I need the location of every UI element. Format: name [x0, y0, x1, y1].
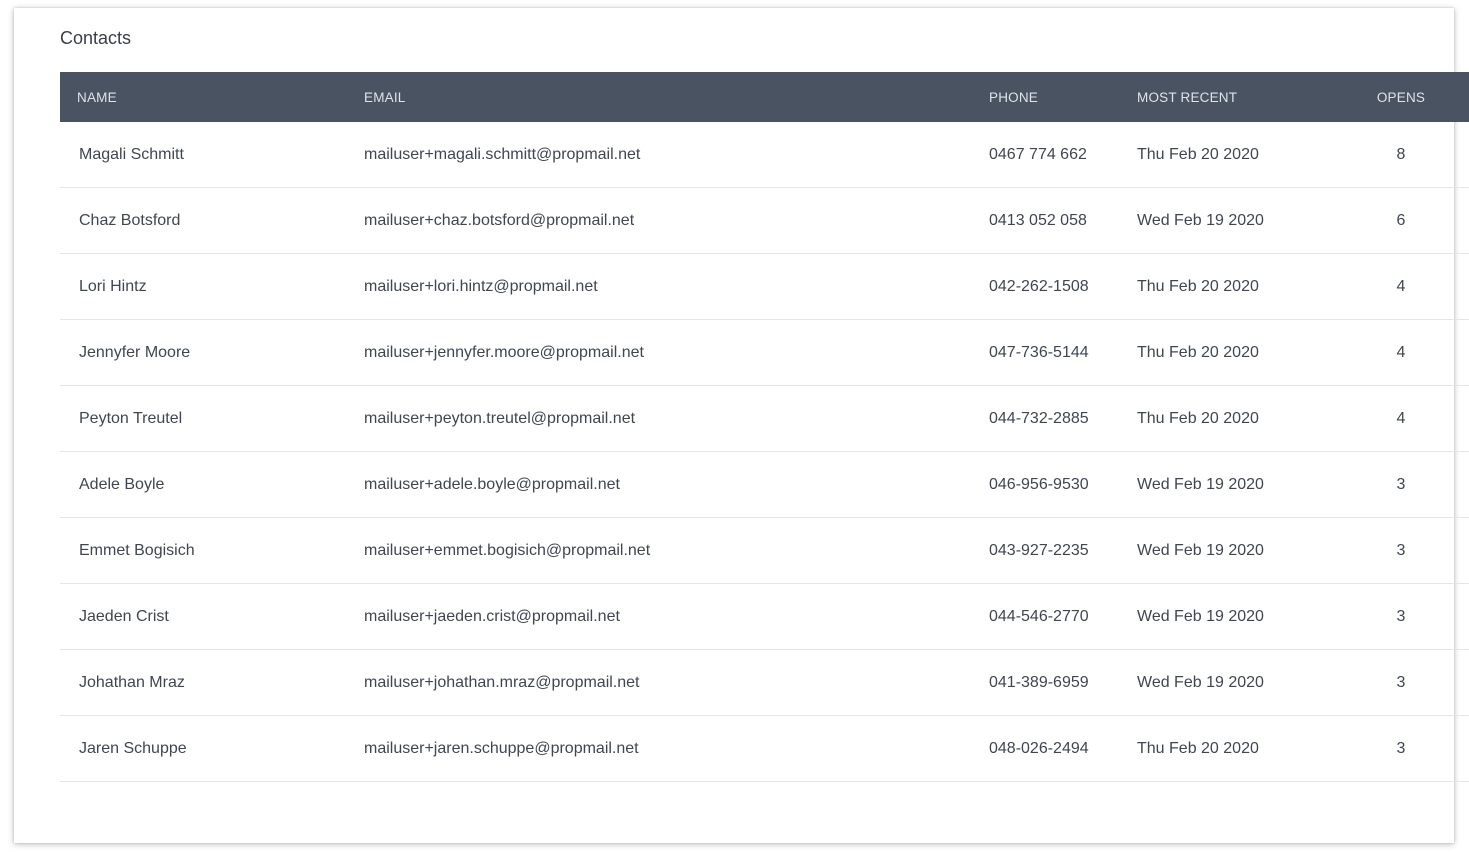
table-header: NAME EMAIL PHONE MOST RECENT OPENS	[60, 72, 1469, 122]
cell-opens: 4	[1329, 319, 1469, 386]
cell-most-recent: Wed Feb 19 2020	[1124, 583, 1329, 650]
column-header-opens[interactable]: OPENS	[1329, 72, 1469, 122]
column-header-most-recent[interactable]: MOST RECENT	[1124, 72, 1329, 122]
cell-most-recent: Wed Feb 19 2020	[1124, 451, 1329, 518]
cell-opens: 4	[1329, 385, 1469, 452]
cell-phone: 0413 052 058	[972, 187, 1124, 254]
cell-opens: 6	[1329, 187, 1469, 254]
table-row[interactable]: Jaeden Crist mailuser+jaeden.crist@propm…	[60, 583, 1469, 650]
cell-phone: 044-546-2770	[972, 583, 1124, 650]
cell-opens: 3	[1329, 649, 1469, 716]
cell-opens: 3	[1329, 517, 1469, 584]
cell-opens: 3	[1329, 451, 1469, 518]
cell-phone: 048-026-2494	[972, 715, 1124, 782]
cell-phone: 046-956-9530	[972, 451, 1124, 518]
cell-most-recent: Thu Feb 20 2020	[1124, 319, 1329, 386]
contacts-card: Contacts NAME EMAIL PHONE MOST RECENT OP…	[14, 8, 1469, 843]
cell-email: mailuser+adele.boyle@propmail.net	[347, 451, 972, 518]
cell-opens: 4	[1329, 253, 1469, 320]
table-row[interactable]: Lori Hintz mailuser+lori.hintz@propmail.…	[60, 253, 1469, 320]
cell-most-recent: Wed Feb 19 2020	[1124, 649, 1329, 716]
cell-most-recent: Thu Feb 20 2020	[1124, 253, 1329, 320]
table-row[interactable]: Jennyfer Moore mailuser+jennyfer.moore@p…	[60, 319, 1469, 386]
contacts-table: NAME EMAIL PHONE MOST RECENT OPENS Magal…	[60, 72, 1469, 782]
cell-email: mailuser+johathan.mraz@propmail.net	[347, 649, 972, 716]
cell-phone: 044-732-2885	[972, 385, 1124, 452]
column-header-email[interactable]: EMAIL	[347, 72, 972, 122]
cell-name: Emmet Bogisich	[60, 517, 347, 584]
cell-name: Magali Schmitt	[60, 122, 347, 188]
cell-phone: 043-927-2235	[972, 517, 1124, 584]
cell-name: Lori Hintz	[60, 253, 347, 320]
cell-email: mailuser+chaz.botsford@propmail.net	[347, 187, 972, 254]
column-header-name[interactable]: NAME	[60, 72, 347, 122]
cell-email: mailuser+peyton.treutel@propmail.net	[347, 385, 972, 452]
cell-name: Peyton Treutel	[60, 385, 347, 452]
cell-email: mailuser+jaeden.crist@propmail.net	[347, 583, 972, 650]
cell-most-recent: Thu Feb 20 2020	[1124, 122, 1329, 188]
card-title: Contacts	[60, 28, 132, 48]
table-body: Magali Schmitt mailuser+magali.schmitt@p…	[60, 122, 1469, 782]
cell-phone: 0467 774 662	[972, 122, 1124, 188]
column-header-phone[interactable]: PHONE	[972, 72, 1124, 122]
cell-name: Chaz Botsford	[60, 187, 347, 254]
cell-phone: 047-736-5144	[972, 319, 1124, 386]
cell-email: mailuser+jaren.schuppe@propmail.net	[347, 715, 972, 782]
table-row[interactable]: Peyton Treutel mailuser+peyton.treutel@p…	[60, 385, 1469, 452]
cell-opens: 3	[1329, 583, 1469, 650]
cell-name: Jaeden Crist	[60, 583, 347, 650]
cell-name: Johathan Mraz	[60, 649, 347, 716]
cell-most-recent: Thu Feb 20 2020	[1124, 715, 1329, 782]
cell-name: Jaren Schuppe	[60, 715, 347, 782]
table-row[interactable]: Chaz Botsford mailuser+chaz.botsford@pro…	[60, 187, 1469, 254]
cell-email: mailuser+lori.hintz@propmail.net	[347, 253, 972, 320]
cell-email: mailuser+magali.schmitt@propmail.net	[347, 122, 972, 188]
cell-opens: 8	[1329, 122, 1469, 188]
cell-email: mailuser+emmet.bogisich@propmail.net	[347, 517, 972, 584]
table-row[interactable]: Emmet Bogisich mailuser+emmet.bogisich@p…	[60, 517, 1469, 584]
cell-phone: 041-389-6959	[972, 649, 1124, 716]
cell-opens: 3	[1329, 715, 1469, 782]
cell-most-recent: Wed Feb 19 2020	[1124, 187, 1329, 254]
table-row[interactable]: Johathan Mraz mailuser+johathan.mraz@pro…	[60, 649, 1469, 716]
cell-most-recent: Wed Feb 19 2020	[1124, 517, 1329, 584]
cell-phone: 042-262-1508	[972, 253, 1124, 320]
table-row[interactable]: Adele Boyle mailuser+adele.boyle@propmai…	[60, 451, 1469, 518]
cell-name: Jennyfer Moore	[60, 319, 347, 386]
table-row[interactable]: Jaren Schuppe mailuser+jaren.schuppe@pro…	[60, 715, 1469, 782]
cell-name: Adele Boyle	[60, 451, 347, 518]
header-row: NAME EMAIL PHONE MOST RECENT OPENS	[60, 72, 1469, 122]
cell-most-recent: Thu Feb 20 2020	[1124, 385, 1329, 452]
table-row[interactable]: Magali Schmitt mailuser+magali.schmitt@p…	[60, 122, 1469, 188]
cell-email: mailuser+jennyfer.moore@propmail.net	[347, 319, 972, 386]
